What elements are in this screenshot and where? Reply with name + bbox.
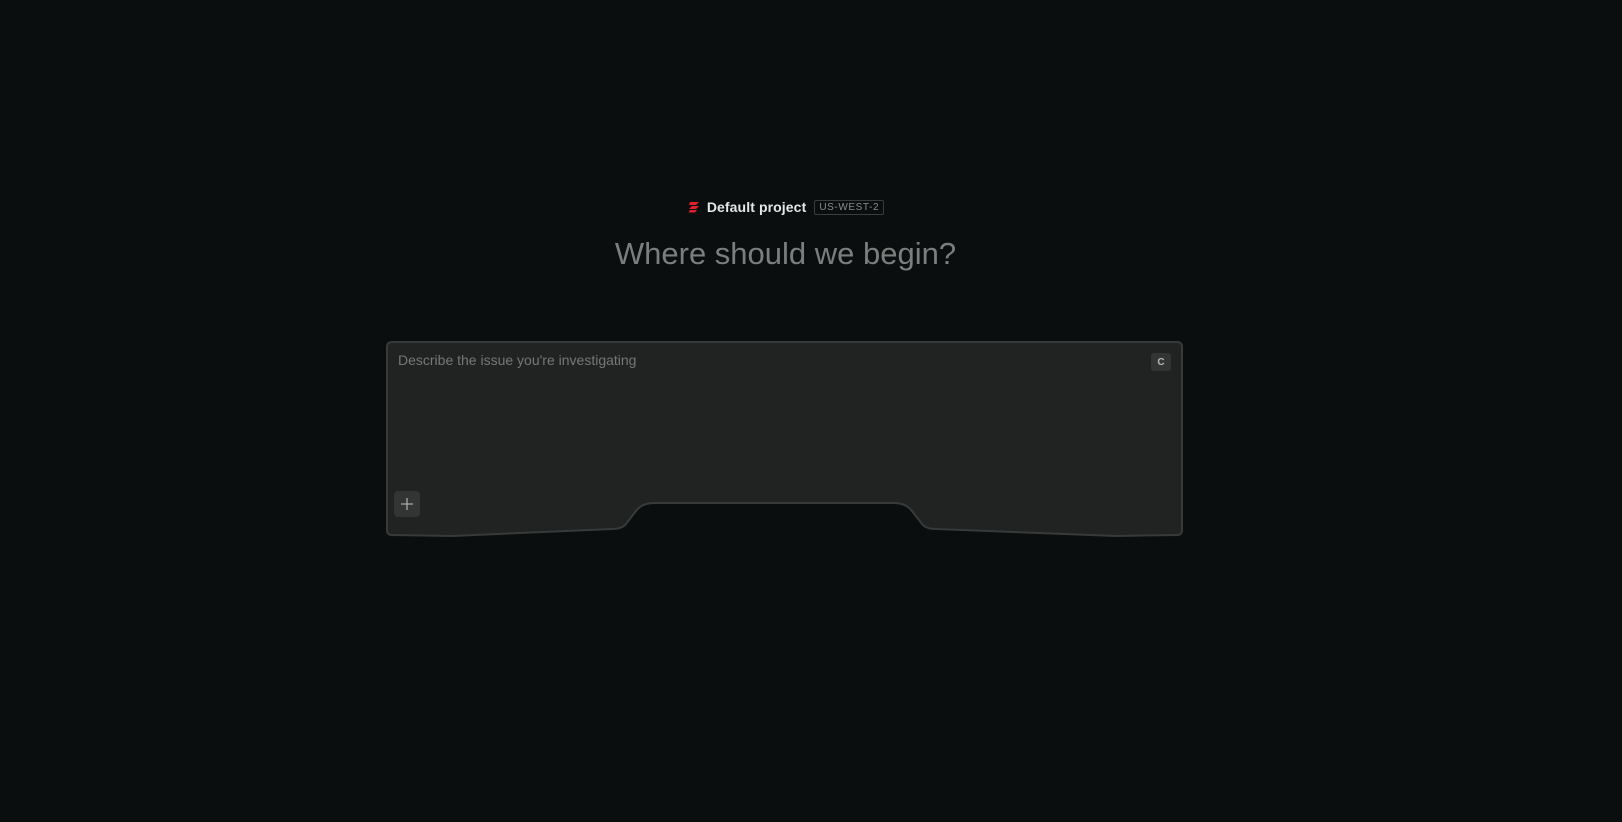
page-title: Where should we begin? <box>614 236 957 271</box>
brand-logo-icon <box>687 200 701 214</box>
issue-composer[interactable]: C <box>386 341 1183 537</box>
shortcut-key-hint: C <box>1151 353 1171 371</box>
project-header: Default project US-WEST-2 <box>0 199 1571 215</box>
add-attachment-button[interactable] <box>394 491 420 517</box>
project-name[interactable]: Default project <box>707 199 807 215</box>
page: Default project US-WEST-2 Where should w… <box>0 0 1622 822</box>
plus-icon <box>400 497 414 511</box>
region-badge: US-WEST-2 <box>814 199 885 215</box>
issue-description-input[interactable] <box>398 352 1118 462</box>
